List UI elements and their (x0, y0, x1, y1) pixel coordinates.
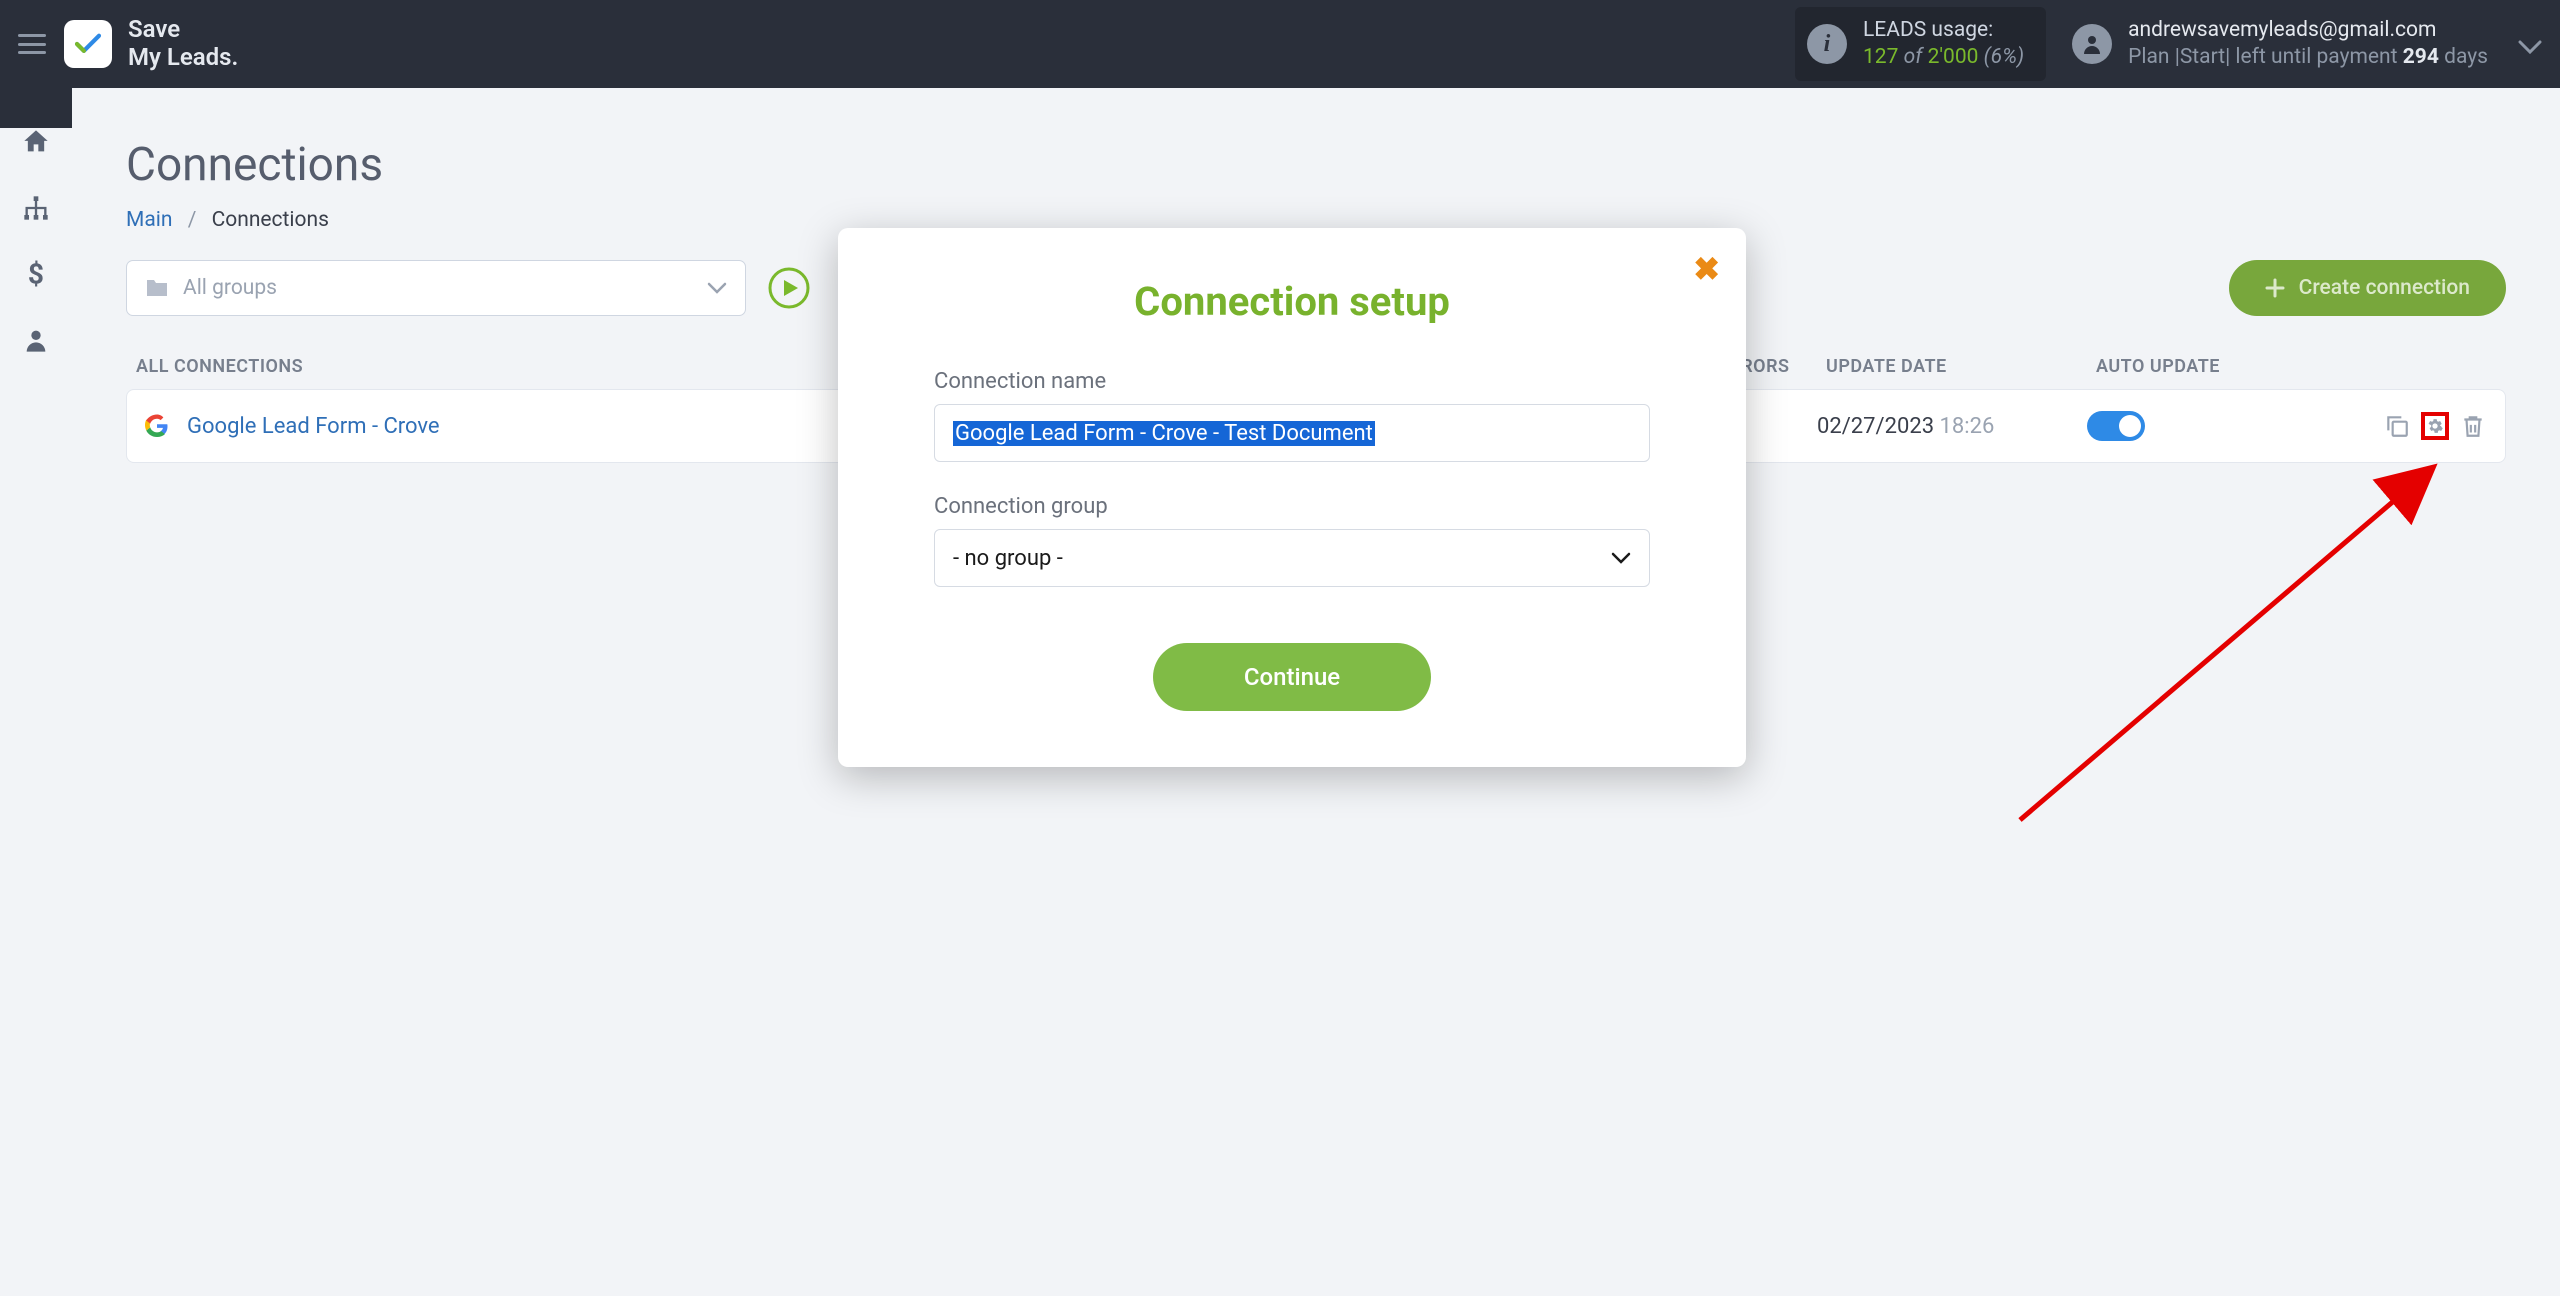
connection-name-input[interactable]: Google Lead Form - Crove - Test Document (934, 404, 1650, 462)
info-icon: i (1807, 24, 1847, 64)
auto-update-toggle[interactable] (2087, 411, 2145, 441)
continue-button[interactable]: Continue (1153, 643, 1431, 711)
brand-name: Save My Leads. (128, 16, 238, 71)
page-title: Connections (126, 138, 2506, 192)
avatar-icon (2072, 24, 2112, 64)
plus-icon (2265, 278, 2285, 298)
groups-select-label: All groups (183, 276, 277, 300)
run-all-button[interactable] (768, 267, 810, 309)
create-connection-button[interactable]: Create connection (2229, 260, 2506, 316)
sidebar-account-icon[interactable] (17, 326, 55, 354)
col-header-date: UPDATE DATE (1826, 356, 2096, 377)
account-email: andrewsavemyleads@gmail.com (2128, 17, 2488, 44)
account-widget[interactable]: andrewsavemyleads@gmail.com Plan |Start|… (2072, 17, 2542, 72)
connection-name-label: Connection name (934, 369, 1650, 394)
create-connection-label: Create connection (2299, 276, 2470, 300)
hamburger-menu-icon[interactable] (18, 34, 46, 54)
account-plan: Plan |Start| left until payment 294 days (2128, 44, 2488, 71)
update-date: 02/27/2023 18:26 (1817, 414, 2087, 439)
connection-group-value: - no group - (953, 546, 1063, 571)
breadcrumb-current: Connections (212, 208, 329, 232)
breadcrumb-main[interactable]: Main (126, 208, 172, 232)
chevron-down-icon (1611, 552, 1631, 564)
connection-name-value: Google Lead Form - Crove - Test Document (953, 421, 1375, 446)
connection-setup-modal: ✖ Connection setup Connection name Googl… (838, 228, 1746, 767)
delete-icon[interactable] (2459, 412, 2487, 440)
connection-group-label: Connection group (934, 494, 1650, 519)
usage-value: 127 of 2'000 (6%) (1863, 44, 2024, 71)
usage-label: LEADS usage: (1863, 17, 2024, 44)
col-header-auto: AUTO UPDATE (2096, 356, 2326, 377)
folder-icon (145, 278, 169, 298)
settings-icon[interactable] (2421, 412, 2449, 440)
page-content: Connections Main / Connections All group… (72, 88, 2560, 188)
sidebar: $ (0, 88, 72, 128)
svg-text:$: $ (28, 260, 44, 288)
google-icon (145, 414, 169, 438)
topbar: Save My Leads. i LEADS usage: 127 of 2'0… (0, 0, 2560, 88)
usage-widget: i LEADS usage: 127 of 2'000 (6%) (1795, 7, 2046, 82)
annotation-arrow (2000, 420, 2480, 840)
connection-group-select[interactable]: - no group - (934, 529, 1650, 587)
sidebar-home-icon[interactable] (17, 128, 55, 156)
connection-name[interactable]: Google Lead Form - Crove (187, 414, 440, 439)
checkmark-icon (73, 33, 103, 55)
groups-select[interactable]: All groups (126, 260, 746, 316)
sidebar-connections-icon[interactable] (17, 194, 55, 222)
chevron-down-icon[interactable] (2518, 28, 2542, 61)
app-logo[interactable] (64, 20, 112, 68)
chevron-down-icon (707, 282, 727, 294)
copy-icon[interactable] (2383, 412, 2411, 440)
play-icon (768, 267, 810, 309)
sidebar-billing-icon[interactable]: $ (17, 260, 55, 288)
modal-title: Connection setup (934, 278, 1650, 325)
close-icon[interactable]: ✖ (1693, 250, 1720, 288)
